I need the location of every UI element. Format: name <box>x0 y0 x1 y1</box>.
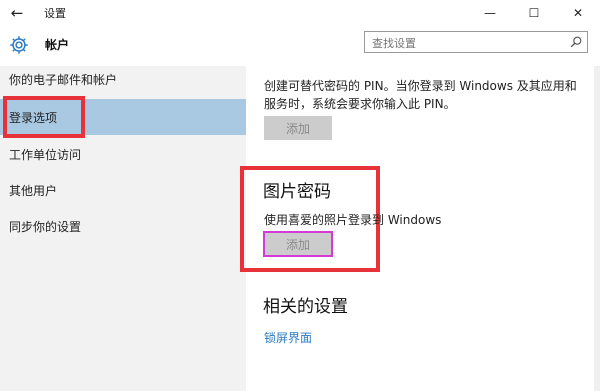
sidebar-item-sync-settings[interactable]: 同步你的设置 <box>0 209 246 243</box>
sidebar-item-other-users[interactable]: 其他用户 <box>0 173 246 207</box>
sidebar-item-work-access[interactable]: 工作单位访问 <box>0 137 246 171</box>
close-button[interactable]: ✕ <box>556 0 600 26</box>
sidebar-item-email-accounts[interactable]: 你的电子邮件和帐户 <box>0 62 246 96</box>
back-button[interactable]: ← <box>0 0 34 26</box>
picture-password-add-button[interactable]: 添加 <box>263 231 333 257</box>
search-box[interactable] <box>364 31 588 54</box>
window-controls: — ☐ ✕ <box>468 0 600 26</box>
related-settings-title: 相关的设置 <box>263 297 348 317</box>
page-title: 帐户 <box>45 38 70 52</box>
picture-password-description: 使用喜爱的照片登录到 Windows <box>264 213 442 227</box>
search-input[interactable] <box>365 33 562 54</box>
minimize-icon: — <box>484 6 496 20</box>
maximize-button[interactable]: ☐ <box>512 0 556 26</box>
pin-add-button[interactable]: 添加 <box>264 116 332 140</box>
picture-password-title: 图片密码 <box>263 182 331 202</box>
maximize-icon: ☐ <box>528 6 540 20</box>
annotation-frame-sign-in <box>3 96 85 138</box>
window-title: 设置 <box>44 7 66 20</box>
close-icon: ✕ <box>572 6 584 20</box>
search-icon[interactable] <box>569 35 583 49</box>
title-bar: ← 设置 — ☐ ✕ <box>0 0 600 26</box>
minimize-button[interactable]: — <box>468 0 512 26</box>
scrollbar[interactable] <box>594 66 600 391</box>
pin-description: 创建可替代密码的 PIN。当你登录到 Windows 及其应用和服务时，系统会要… <box>264 79 577 111</box>
gear-icon <box>10 36 28 54</box>
back-arrow-icon: ← <box>10 4 24 22</box>
lock-screen-link[interactable]: 锁屏界面 <box>264 329 312 346</box>
